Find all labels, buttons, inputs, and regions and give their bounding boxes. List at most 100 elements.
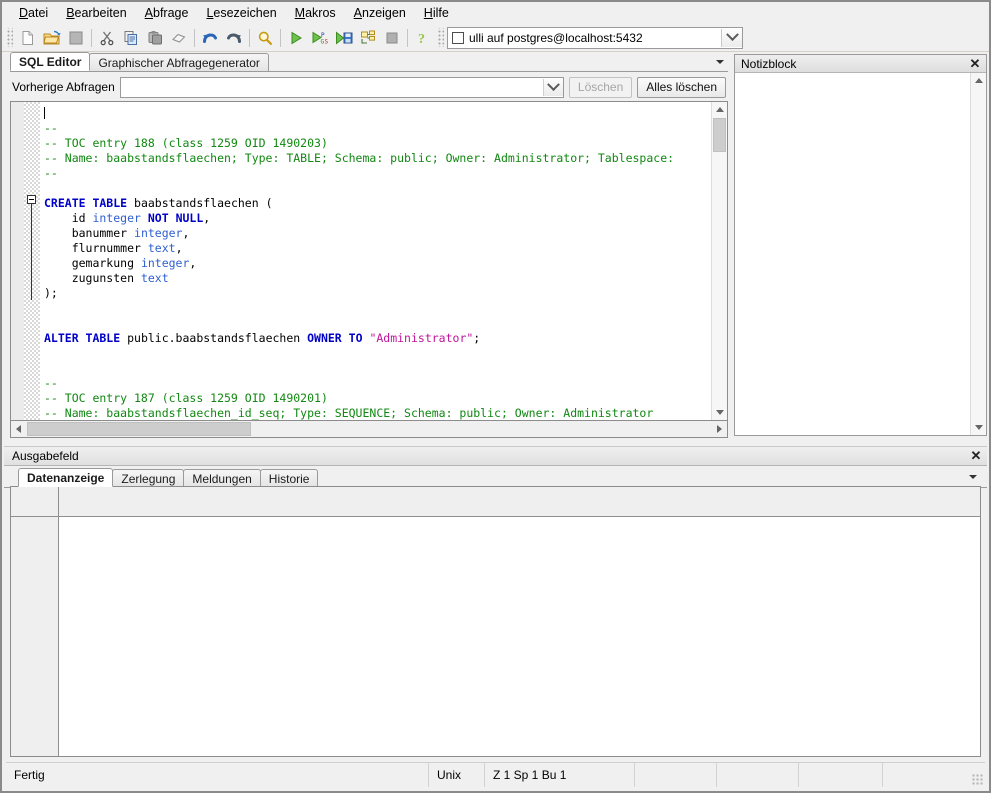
tab-historie-label: Historie — [268, 471, 310, 486]
menu-item-datei[interactable]: DDateiatei — [10, 3, 57, 23]
new-file-icon[interactable] — [16, 26, 40, 49]
connection-grip[interactable] — [437, 28, 444, 47]
workspace: SQL Editor Graphischer Abfragegenerator … — [4, 52, 987, 789]
sql-editor-pane: SQL Editor Graphischer Abfragegenerator … — [10, 52, 728, 438]
toolbar: P G S ? ulli auf postgres@localhost:5432 — [2, 24, 989, 52]
output-panel-title: Ausgabefeld — [12, 449, 79, 463]
fold-line — [31, 204, 32, 300]
code-token: , — [175, 241, 183, 255]
tab-historie[interactable]: Historie — [259, 469, 319, 487]
execute-icon[interactable] — [284, 26, 308, 49]
tab-datenanzeige[interactable]: Datenanzeige — [18, 468, 114, 487]
delete-button[interactable]: Löschen — [568, 76, 633, 98]
redo-icon[interactable] — [222, 26, 246, 49]
code-line — [44, 106, 727, 121]
editor-tabstrip: SQL Editor Graphischer Abfragegenerator — [10, 52, 728, 72]
previous-queries-combo[interactable] — [119, 76, 564, 98]
code-token: -- — [44, 121, 58, 135]
editor-fold-column[interactable] — [24, 102, 40, 420]
code-token: text — [140, 271, 169, 285]
tab-graphical-query-builder[interactable]: Graphischer Abfragegenerator — [89, 53, 269, 71]
status-bar: Fertig Unix Z 1 Sp 1 Bu 1 — [6, 762, 985, 787]
notes-text-area[interactable] — [735, 73, 986, 435]
code-token: -- TOC entry 187 (class 1259 OID 1490201… — [44, 391, 328, 405]
chevron-down-icon[interactable] — [542, 77, 563, 96]
toolbar-separator — [280, 28, 281, 47]
menu-item-bearbeiten[interactable]: Bearbeiten — [57, 3, 135, 23]
scroll-down-icon[interactable] — [971, 420, 986, 435]
scroll-right-icon[interactable] — [712, 421, 727, 436]
previous-queries-label: Vorherige Abfragen — [12, 80, 115, 94]
code-token: gemarkung — [44, 256, 141, 270]
chevron-down-icon[interactable] — [712, 54, 728, 70]
code-token: , — [189, 256, 197, 270]
code-line: -- — [44, 166, 727, 181]
connection-combo[interactable]: ulli auf postgres@localhost:5432 — [447, 26, 743, 49]
scroll-up-icon[interactable] — [712, 102, 727, 117]
toolbar-grip[interactable] — [6, 28, 13, 47]
menu-item-makros[interactable]: Makros — [286, 3, 345, 23]
code-line: -- — [44, 121, 727, 136]
explain-icon[interactable] — [356, 26, 380, 49]
editor-vscroll-thumb[interactable] — [713, 118, 726, 152]
code-token: baabstandsflaechen ( — [127, 196, 273, 210]
tab-meldungen[interactable]: Meldungen — [183, 469, 261, 487]
status-extra-1 — [635, 763, 717, 787]
chevron-down-icon[interactable] — [965, 469, 981, 485]
close-icon[interactable]: ✕ — [969, 448, 983, 463]
execute-to-file-icon[interactable] — [332, 26, 356, 49]
tab-meldungen-label: Meldungen — [192, 471, 252, 486]
status-extra-2 — [717, 763, 799, 787]
data-grid[interactable] — [10, 486, 981, 757]
grid-column-header[interactable] — [59, 487, 980, 517]
code-token: integer — [92, 211, 141, 225]
undo-icon[interactable] — [198, 26, 222, 49]
resize-grip[interactable] — [965, 763, 985, 787]
help-icon[interactable]: ? — [411, 26, 435, 49]
close-icon[interactable]: ✕ — [968, 56, 982, 71]
cut-icon[interactable] — [95, 26, 119, 49]
editor-horizontal-scrollbar[interactable] — [10, 421, 728, 438]
grid-corner-header[interactable] — [11, 487, 59, 517]
scroll-up-icon[interactable] — [971, 73, 986, 88]
toolbar-separator — [91, 28, 92, 47]
editor-hscroll-thumb[interactable] — [27, 422, 251, 436]
notes-vertical-scrollbar[interactable] — [970, 73, 986, 435]
editor-vertical-scrollbar[interactable] — [711, 102, 727, 420]
code-token: ALTER TABLE — [44, 331, 121, 345]
code-token: integer — [140, 256, 190, 270]
code-token: OWNER TO — [307, 331, 363, 345]
tab-zerlegung[interactable]: Zerlegung — [112, 469, 185, 487]
scroll-left-icon[interactable] — [11, 421, 26, 436]
copy-icon[interactable] — [119, 26, 143, 49]
chevron-down-icon[interactable] — [721, 28, 742, 47]
menu-item-anzeigen[interactable]: Anzeigen — [345, 3, 415, 23]
open-folder-icon[interactable] — [40, 26, 64, 49]
code-token: CREATE TABLE — [44, 196, 128, 210]
notes-panel: Notizblock ✕ — [734, 54, 987, 436]
eraser-icon[interactable] — [167, 26, 191, 49]
code-line: -- Name: baabstandsflaechen_id_seq; Type… — [44, 406, 727, 420]
search-icon[interactable] — [253, 26, 277, 49]
status-line-ending: Unix — [429, 763, 485, 787]
code-line: -- Name: baabstandsflaechen; Type: TABLE… — [44, 151, 727, 166]
tab-sql-editor[interactable]: SQL Editor — [10, 52, 91, 71]
sql-text-area[interactable]: -- -- TOC entry 188 (class 1259 OID 14902… — [10, 101, 728, 421]
code-token: -- — [44, 376, 58, 390]
sql-code[interactable]: -- -- TOC entry 188 (class 1259 OID 14902… — [40, 102, 727, 420]
scroll-down-icon[interactable] — [712, 405, 727, 420]
paste-icon[interactable] — [143, 26, 167, 49]
save-icon[interactable] — [64, 26, 88, 49]
stop-icon[interactable] — [380, 26, 404, 49]
previous-queries-bar: Vorherige Abfragen Löschen Alles löschen — [10, 72, 728, 101]
menu-item-hilfe[interactable]: Hilfe — [415, 3, 458, 23]
connection-checkbox[interactable] — [452, 31, 464, 44]
menu-item-abfrage[interactable]: Abfrage — [136, 3, 198, 23]
execute-script-icon[interactable]: P G S — [308, 26, 332, 49]
delete-all-button[interactable]: Alles löschen — [637, 76, 726, 98]
code-line: id integer NOT NULL, — [44, 211, 727, 226]
menu-item-lesezeichen[interactable]: Lesezeichen — [197, 3, 285, 23]
